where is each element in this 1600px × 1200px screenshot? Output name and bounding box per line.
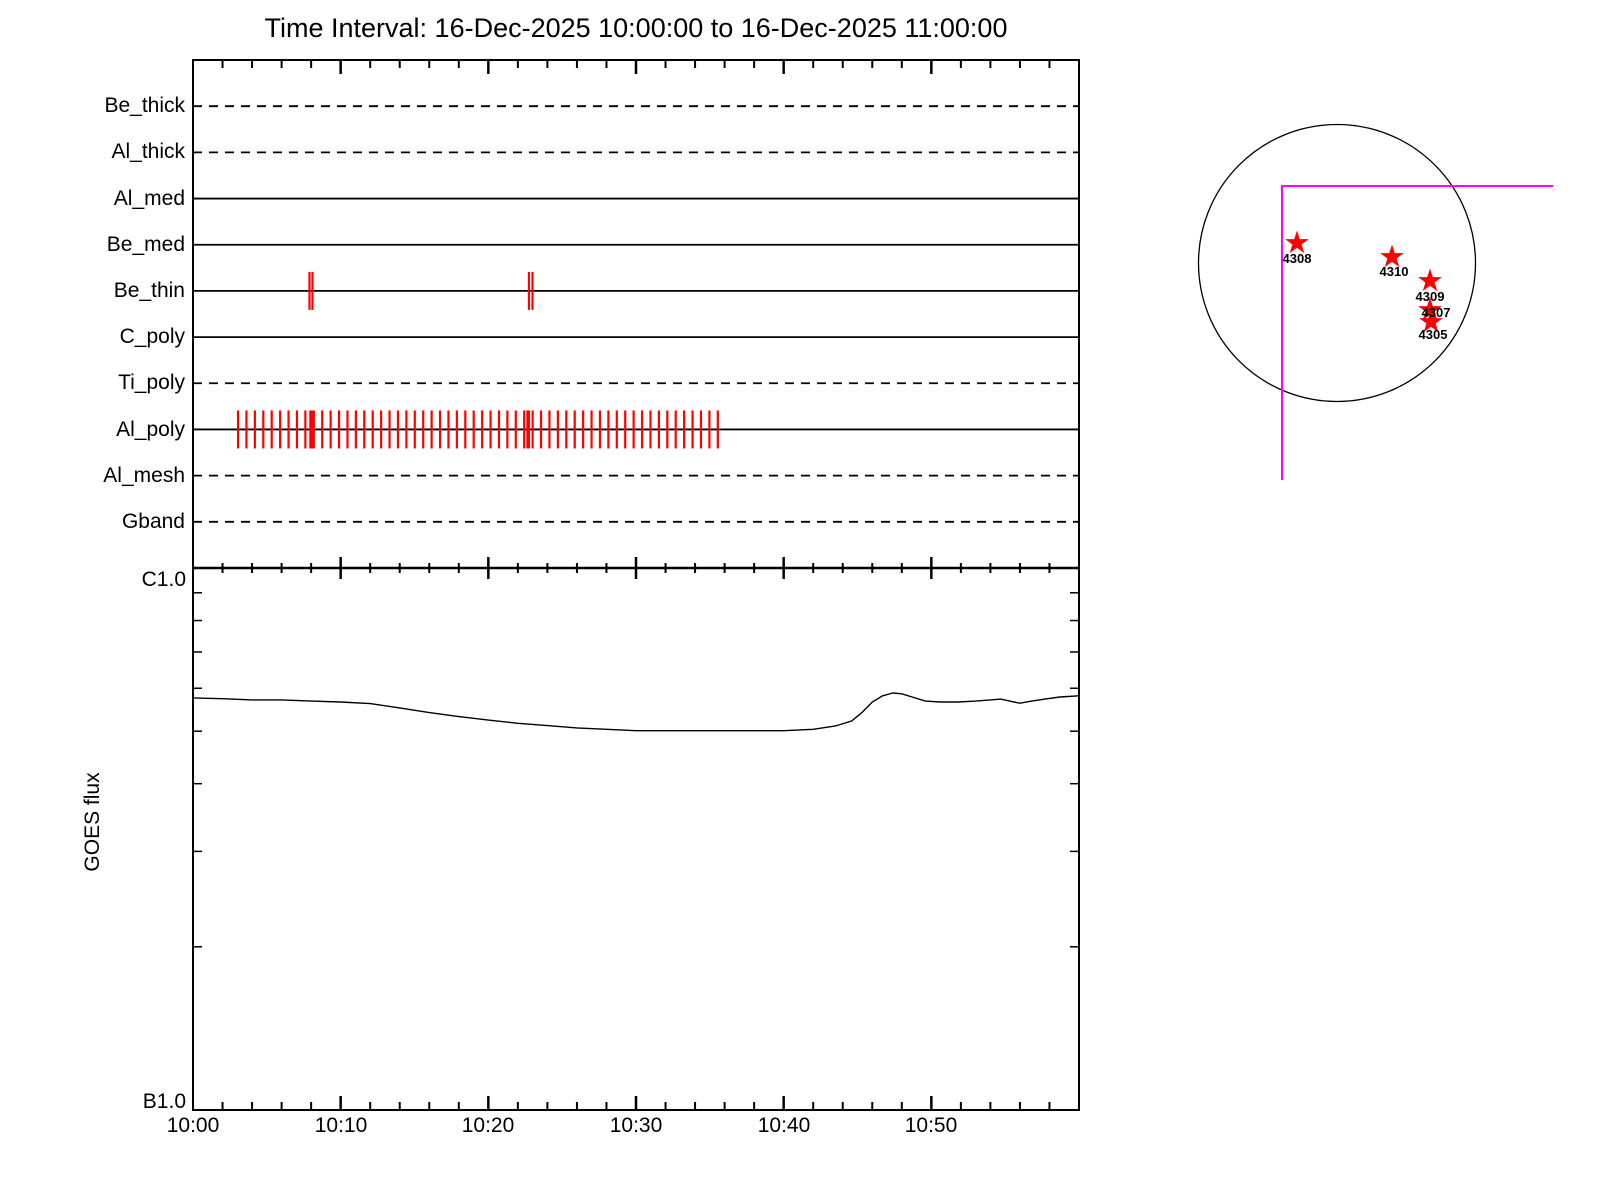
active-region-star-4308 [1285,230,1309,254]
filter-label-al-thick: Al_thick [111,140,185,163]
filter-label-c-poly: C_poly [119,325,185,348]
filter-label-be-thick: Be_thick [104,94,185,117]
filter-label-ti-poly: Ti_poly [118,371,185,394]
active-region-label-4305: 4305 [1418,327,1448,342]
filter-panel-frame [192,59,1080,569]
active-region-label-4309: 4309 [1415,289,1445,304]
active-region-label-4308: 4308 [1282,251,1312,266]
plot-canvas [192,59,1553,1111]
page-title: Time Interval: 16-Dec-2025 10:00:00 to 1… [264,13,1008,43]
goes-top-tick-label: C1.0 [141,568,186,591]
time-tick-1040: 10:40 [757,1114,811,1137]
filter-label-gband: Gband [121,510,185,533]
goes-bottom-tick-label: B1.0 [142,1090,186,1113]
filter-label-be-thin: Be_thin [113,279,185,302]
active-region-label-4307: 4307 [1421,305,1451,320]
time-tick-1010: 10:10 [314,1114,368,1137]
time-tick-1030: 10:30 [609,1114,663,1137]
filter-label-al-poly: Al_poly [116,418,185,441]
goes-axis-title: GOES flux [81,772,104,872]
time-tick-1000: 10:00 [166,1114,220,1137]
goes-flux-curve [192,692,1080,732]
filter-label-al-mesh: Al_mesh [103,464,185,487]
time-tick-1050: 10:50 [904,1114,958,1137]
filter-label-al-med: Al_med [113,187,185,210]
active-region-label-4310: 4310 [1379,264,1409,279]
goes-panel-frame [192,567,1080,1111]
filter-label-be-med: Be_med [106,233,185,256]
solar-disk-limb [1197,123,1477,403]
xrt-goes-timeline-page: Time Interval: 16-Dec-2025 10:00:00 to 1… [0,0,1600,1200]
time-tick-1020: 10:20 [461,1114,515,1137]
